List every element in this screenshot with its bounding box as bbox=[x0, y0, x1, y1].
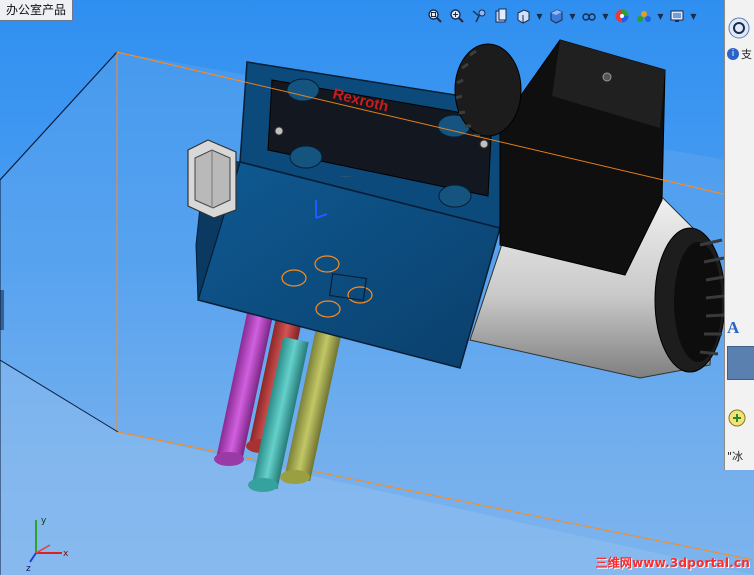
svg-text:z: z bbox=[26, 564, 31, 574]
3d-scene[interactable]: ------ Rexroth y x z bbox=[0, 0, 754, 575]
task-pane[interactable]: i 支 A "冰 bbox=[724, 0, 754, 470]
view-orientation-icon[interactable] bbox=[514, 7, 532, 25]
task-pane-tab1-label: 支 bbox=[741, 48, 752, 61]
task-pane-add-icon[interactable] bbox=[727, 408, 753, 431]
document-tab[interactable]: 办公室产品 bbox=[0, 0, 74, 21]
chevron-down-icon[interactable]: ▼ bbox=[657, 7, 664, 25]
appearance-icon[interactable] bbox=[613, 7, 631, 25]
hide-show-icon[interactable] bbox=[580, 7, 598, 25]
task-pane-tab2-label[interactable]: A bbox=[727, 318, 753, 338]
section-view-icon[interactable] bbox=[492, 7, 510, 25]
rotate-view-icon[interactable] bbox=[470, 7, 488, 25]
zoom-area-icon[interactable] bbox=[448, 7, 466, 25]
hex-plug[interactable] bbox=[187, 139, 237, 219]
chevron-down-icon[interactable]: ▼ bbox=[569, 7, 576, 25]
task-pane-info-row[interactable]: i 支 bbox=[727, 46, 753, 62]
display-style-icon[interactable] bbox=[547, 7, 565, 25]
task-pane-tab3-label[interactable]: "冰 bbox=[727, 448, 753, 464]
zoom-to-fit-icon[interactable] bbox=[426, 7, 444, 25]
watermark-credit: 三维网www.3dportal.cn bbox=[595, 556, 750, 570]
pipe-magenta-end bbox=[214, 452, 244, 466]
task-pane-color-swatch[interactable] bbox=[727, 346, 754, 380]
view-settings-icon[interactable] bbox=[668, 7, 686, 25]
task-pane-resources-icon[interactable] bbox=[727, 16, 753, 43]
heads-up-view-toolbar: ▼ ▼ ▼ ▼ ▼ bbox=[426, 6, 697, 26]
svg-text:y: y bbox=[41, 516, 47, 526]
svg-text:x: x bbox=[63, 549, 69, 559]
svg-text:------: ------ bbox=[340, 174, 351, 180]
graphics-viewport[interactable]: ------ Rexroth y x z 办公室产品 ▼ ▼ ▼ ▼ ▼ i 支… bbox=[0, 0, 754, 575]
chevron-down-icon[interactable]: ▼ bbox=[602, 7, 609, 25]
chevron-down-icon[interactable]: ▼ bbox=[536, 7, 543, 25]
chevron-down-icon[interactable]: ▼ bbox=[690, 7, 697, 25]
info-icon: i bbox=[727, 48, 739, 60]
scene-icon[interactable] bbox=[635, 7, 653, 25]
